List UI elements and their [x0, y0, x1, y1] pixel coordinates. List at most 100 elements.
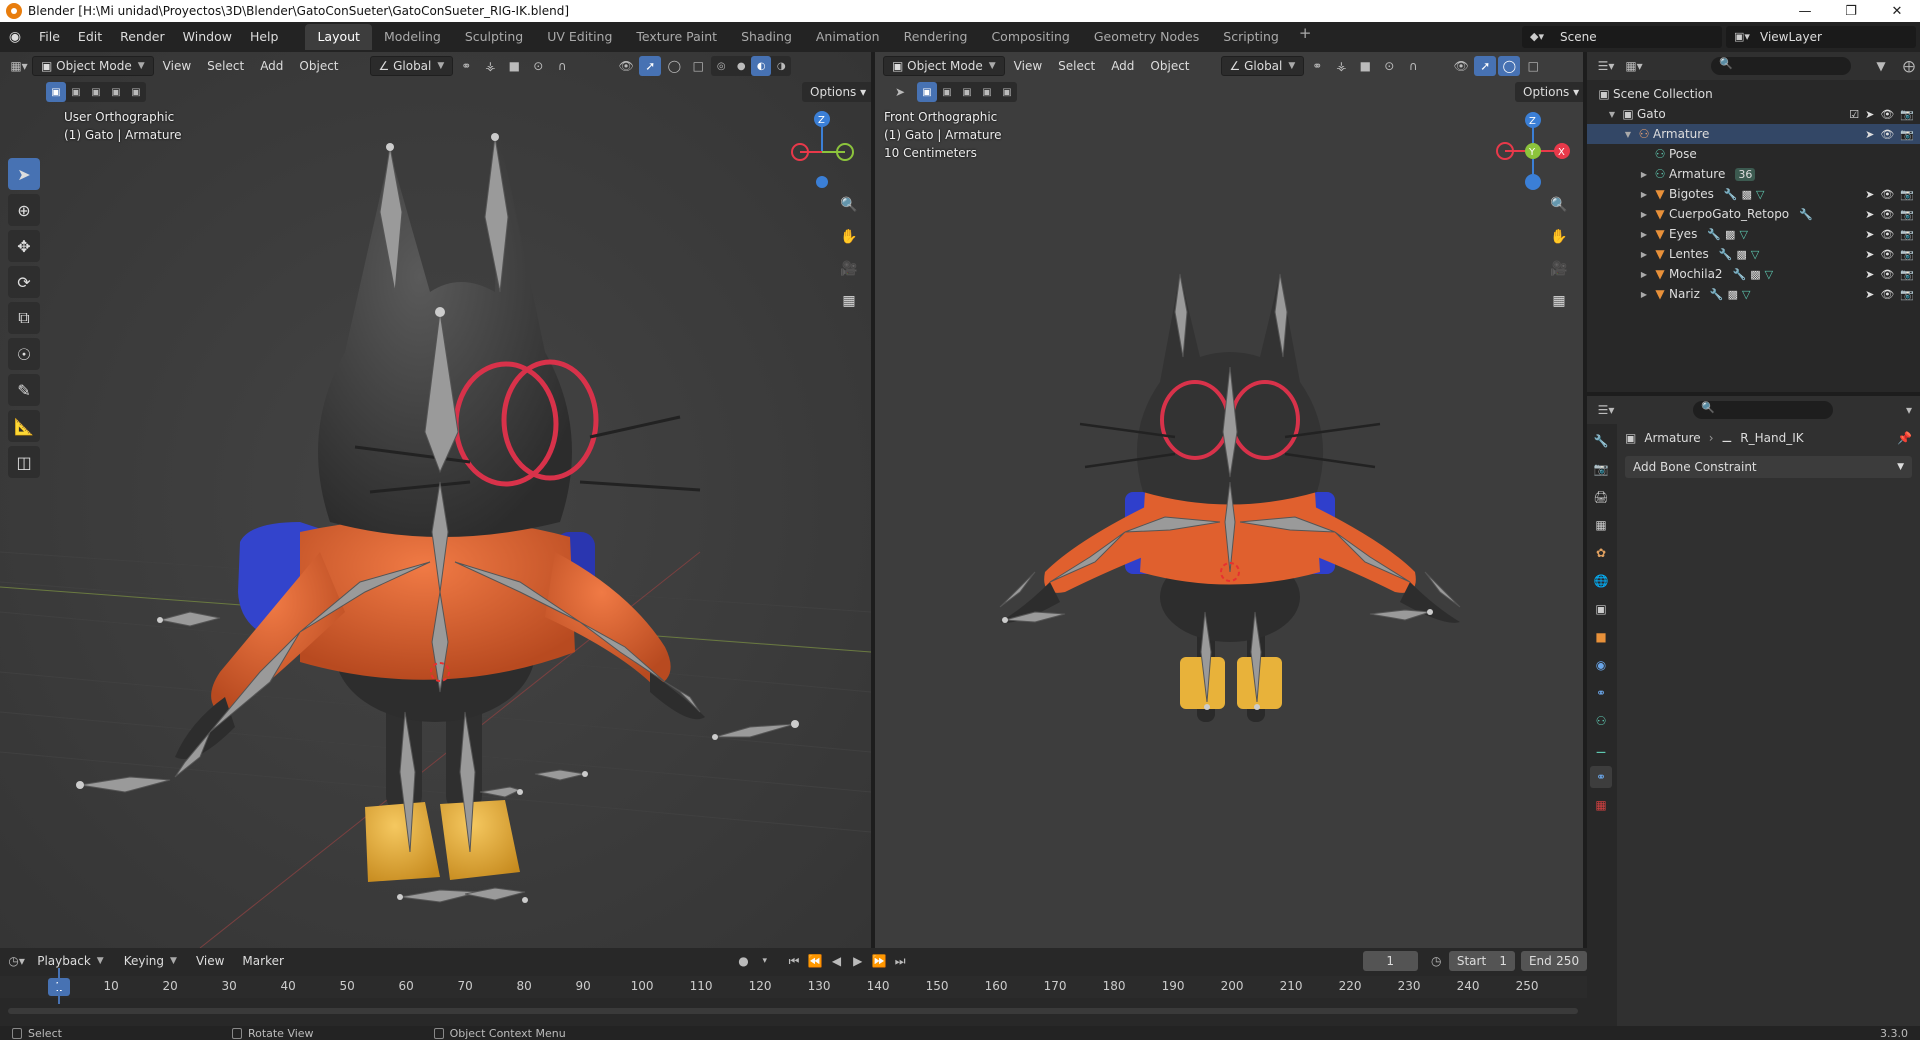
display-mode-icon[interactable]: ▦▾: [1623, 56, 1645, 76]
snap-target-icon-right[interactable]: ■: [1354, 56, 1376, 76]
view-layer-tab-icon[interactable]: ▦: [1590, 514, 1612, 536]
menu-view[interactable]: View: [156, 56, 198, 76]
select-arrow-icon[interactable]: ➤: [1865, 228, 1874, 241]
ortho-grid-icon[interactable]: ▦: [836, 288, 862, 314]
restore-icon[interactable]: ❐: [1828, 0, 1874, 22]
tree-row-lentes[interactable]: ▶ ▼ Lentes 🔧 ▩ ▽ ➤ 👁 📷: [1587, 244, 1920, 264]
transform-tool-icon[interactable]: ☉: [8, 338, 40, 370]
tab-sculpting[interactable]: Sculpting: [453, 24, 535, 50]
menu-render[interactable]: Render: [111, 22, 174, 52]
tab-scripting[interactable]: Scripting: [1211, 24, 1291, 50]
select-invert-icon-right[interactable]: ▣: [977, 82, 997, 102]
select-subtract-icon-right[interactable]: ▣: [957, 82, 977, 102]
start-frame-field[interactable]: Start 1: [1448, 951, 1515, 971]
solid-shading-icon[interactable]: ●: [731, 56, 751, 76]
filter-icon[interactable]: ▼: [1870, 56, 1892, 76]
properties-options-icon[interactable]: ▾: [1898, 400, 1920, 420]
viewport-left[interactable]: Z ▦▾ ▣ Object Mode ▼ View Select Add Obje…: [0, 52, 871, 948]
menu-add-right[interactable]: Add: [1104, 56, 1141, 76]
tree-row-nariz[interactable]: ▶ ▼ Nariz 🔧 ▩ ▽ ➤ 👁 📷: [1587, 284, 1920, 304]
falloff-icon[interactable]: ∩: [551, 56, 573, 76]
tab-rendering[interactable]: Rendering: [892, 24, 980, 50]
bone-tab-icon[interactable]: ⚊: [1590, 738, 1612, 760]
render-tab-icon[interactable]: 📷: [1590, 458, 1612, 480]
tab-uv-editing[interactable]: UV Editing: [535, 24, 624, 50]
annotate-tool-icon[interactable]: ✎: [8, 374, 40, 406]
expand-right-icon[interactable]: ▶: [1637, 230, 1651, 239]
tree-row-cuerpogato[interactable]: ▶ ▼ CuerpoGato_Retopo 🔧 ➤ 👁 📷: [1587, 204, 1920, 224]
menu-help[interactable]: Help: [241, 22, 288, 52]
tab-animation[interactable]: Animation: [804, 24, 892, 50]
outliner-editor-type-icon[interactable]: ☰▾: [1595, 56, 1617, 76]
tree-row-armature-data[interactable]: ▶ ⚇ Armature 36: [1587, 164, 1920, 184]
zoom-icon-right[interactable]: 🔍: [1546, 192, 1572, 218]
move-tool-icon[interactable]: ✥: [8, 230, 40, 262]
checkbox-icon[interactable]: ☑: [1849, 108, 1859, 121]
world-tab-icon[interactable]: 🌐: [1590, 570, 1612, 592]
wireframe-shading-icon[interactable]: ◎: [711, 56, 731, 76]
camera-icon[interactable]: 📷: [1900, 228, 1914, 241]
menu-file[interactable]: File: [30, 22, 69, 52]
view-layer-selector[interactable]: ▣▾ ViewLayer: [1726, 26, 1916, 48]
menu-window[interactable]: Window: [174, 22, 241, 52]
select-extend-icon[interactable]: ▣: [66, 82, 86, 102]
tab-shading[interactable]: Shading: [729, 24, 804, 50]
tree-row-armature[interactable]: ▼ ⚇ Armature ➤ 👁 📷: [1587, 124, 1920, 144]
eye-icon[interactable]: 👁: [1880, 128, 1894, 141]
camera-icon[interactable]: 📷: [1900, 268, 1914, 281]
select-extend-icon-right[interactable]: ▣: [937, 82, 957, 102]
menu-add[interactable]: Add: [253, 56, 290, 76]
orientation-dropdown-right[interactable]: ∠ Global ▼: [1220, 56, 1305, 76]
timeline-scrollbar[interactable]: [8, 1008, 1578, 1014]
blender-menu-icon[interactable]: ◉: [0, 29, 30, 45]
play-icon[interactable]: ▶: [849, 951, 866, 971]
visibility-icon-right[interactable]: 👁: [1450, 56, 1472, 76]
overlay-toggle-icon-right[interactable]: ◯: [1498, 56, 1521, 76]
mode-dropdown-right[interactable]: ▣ Object Mode ▼: [883, 56, 1005, 76]
properties-editor-type-icon[interactable]: ☰▾: [1595, 400, 1617, 420]
overlay-toggle-icon[interactable]: ◯: [663, 56, 685, 76]
select-arrow-icon[interactable]: ➤: [1865, 288, 1874, 301]
rotate-tool-icon[interactable]: ⟳: [8, 266, 40, 298]
eye-icon[interactable]: 👁: [1880, 108, 1894, 121]
minimize-icon[interactable]: —: [1782, 0, 1828, 22]
options-button-right[interactable]: Options ▾: [1515, 82, 1583, 102]
select-arrow-icon[interactable]: ➤: [1865, 208, 1874, 221]
expand-down-icon[interactable]: ▼: [1621, 130, 1635, 139]
tool-tab-icon[interactable]: 🔧: [1590, 430, 1612, 452]
bone-constraints-tab-icon[interactable]: ⚭: [1590, 766, 1612, 788]
camera-view-icon-right[interactable]: 🎥: [1546, 256, 1572, 282]
expand-down-icon[interactable]: ▼: [1605, 110, 1619, 119]
menu-select[interactable]: Select: [200, 56, 251, 76]
menu-select-right[interactable]: Select: [1051, 56, 1102, 76]
eye-icon[interactable]: 👁: [1880, 248, 1894, 261]
expand-right-icon[interactable]: ▶: [1637, 250, 1651, 259]
visibility-icon[interactable]: 👁: [615, 56, 637, 76]
tree-row-pose[interactable]: ⚇ Pose: [1587, 144, 1920, 164]
ortho-grid-icon-right[interactable]: ▦: [1546, 288, 1572, 314]
xray-toggle-icon-right[interactable]: □: [1522, 56, 1544, 76]
menu-edit[interactable]: Edit: [69, 22, 111, 52]
eye-icon[interactable]: 👁: [1880, 268, 1894, 281]
menu-object[interactable]: Object: [292, 56, 345, 76]
xray-toggle-icon[interactable]: □: [687, 56, 709, 76]
add-workspace-button[interactable]: +: [1291, 24, 1320, 50]
outliner-search-input[interactable]: 🔍: [1711, 57, 1851, 75]
select-arrow-icon[interactable]: ➤: [1865, 248, 1874, 261]
eye-icon[interactable]: 👁: [1880, 208, 1894, 221]
timeline-view-menu[interactable]: View: [189, 951, 231, 971]
expand-right-icon[interactable]: ▶: [1637, 210, 1651, 219]
proportional-edit-icon-right[interactable]: ⊙: [1378, 56, 1400, 76]
gizmo-toggle-icon[interactable]: ➚: [639, 56, 662, 76]
pivot-icon[interactable]: ⚭: [455, 56, 477, 76]
select-subtract-icon[interactable]: ▣: [86, 82, 106, 102]
record-keyframe-icon[interactable]: ●: [735, 951, 752, 971]
select-intersect-icon-right[interactable]: ▣: [997, 82, 1017, 102]
viewport-right[interactable]: Z Y X ▣ Object Mode ▼ View Select Add Obj…: [875, 52, 1583, 948]
snap-icon[interactable]: ⚶: [479, 56, 501, 76]
tab-modeling[interactable]: Modeling: [372, 24, 453, 50]
play-reverse-icon[interactable]: ◀: [828, 951, 845, 971]
chevron-down-icon[interactable]: ▾: [756, 951, 773, 971]
add-cube-tool-icon[interactable]: ◫: [8, 446, 40, 478]
eye-icon[interactable]: 👁: [1880, 228, 1894, 241]
